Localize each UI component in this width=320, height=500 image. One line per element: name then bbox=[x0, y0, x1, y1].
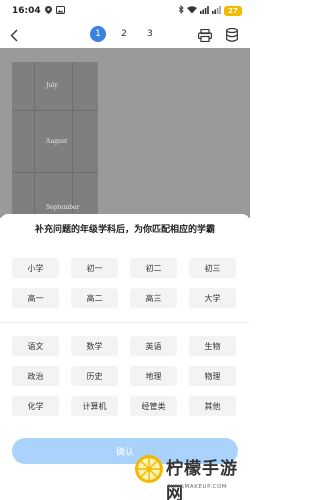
grade-grid: 小学 初一 初二 初三 高一 高二 高三 大学 bbox=[12, 258, 238, 308]
lemon-logo-icon bbox=[135, 455, 163, 483]
print-button[interactable] bbox=[196, 26, 214, 44]
image-icon bbox=[55, 5, 65, 17]
subject-chip[interactable]: 语文 bbox=[12, 336, 59, 356]
calendar-paper: July August September bbox=[12, 62, 98, 218]
subject-grid: 语文 数学 英语 生物 政治 历史 地理 物理 化学 计算机 经管类 其他 bbox=[12, 336, 238, 416]
page-tab-2[interactable]: 2 bbox=[116, 26, 132, 42]
subject-chip[interactable]: 数学 bbox=[71, 336, 118, 356]
grade-chip[interactable]: 大学 bbox=[189, 288, 236, 308]
subject-chip[interactable]: 经管类 bbox=[130, 396, 177, 416]
grade-chip[interactable]: 高二 bbox=[71, 288, 118, 308]
subject-chip[interactable]: 化学 bbox=[12, 396, 59, 416]
subject-chip[interactable]: 计算机 bbox=[71, 396, 118, 416]
subject-chip[interactable]: 物理 bbox=[189, 366, 236, 386]
watermark-domain: NINGMAKEUP.COM bbox=[168, 484, 228, 490]
subject-chip[interactable]: 生物 bbox=[189, 336, 236, 356]
section-divider bbox=[0, 322, 250, 323]
grade-chip[interactable]: 高三 bbox=[130, 288, 177, 308]
toolbar: 1 2 3 bbox=[0, 22, 250, 48]
watermark-brand: 柠檬手游网 bbox=[166, 459, 238, 500]
subject-chip[interactable]: 历史 bbox=[71, 366, 118, 386]
database-button[interactable] bbox=[223, 26, 241, 44]
subject-chip[interactable]: 英语 bbox=[130, 336, 177, 356]
signal-icon-2 bbox=[212, 5, 221, 17]
status-time: 16:04 bbox=[12, 6, 41, 16]
database-icon bbox=[226, 28, 238, 42]
photo-word-september: September bbox=[46, 204, 80, 211]
photo-word-july: July bbox=[46, 82, 58, 89]
signal-icon bbox=[200, 5, 209, 17]
grade-chip[interactable]: 高一 bbox=[12, 288, 59, 308]
chevron-left-icon bbox=[10, 29, 18, 41]
grade-chip[interactable]: 初二 bbox=[130, 258, 177, 278]
wifi-icon bbox=[187, 5, 197, 17]
printer-icon bbox=[198, 28, 212, 42]
grade-chip[interactable]: 初一 bbox=[71, 258, 118, 278]
bluetooth-icon bbox=[178, 4, 184, 17]
battery-icon: 27 bbox=[224, 6, 242, 16]
photo-word-august: August bbox=[46, 138, 68, 145]
subject-chip[interactable]: 政治 bbox=[12, 366, 59, 386]
grade-chip[interactable]: 初三 bbox=[189, 258, 236, 278]
watermark: 柠檬手游网 NINGMAKEUP.COM bbox=[128, 448, 250, 500]
location-icon bbox=[44, 5, 52, 17]
subject-chip[interactable]: 其他 bbox=[189, 396, 236, 416]
photo-preview: July August September bbox=[0, 48, 250, 218]
page-tab-1[interactable]: 1 bbox=[90, 26, 106, 42]
sheet-title: 补充问题的年级学科后，为你匹配相应的学霸 bbox=[34, 225, 215, 235]
subject-chip[interactable]: 地理 bbox=[130, 366, 177, 386]
grade-chip[interactable]: 小学 bbox=[12, 258, 59, 278]
page-tabs: 1 2 3 bbox=[90, 26, 158, 42]
status-bar: 16:04 27 bbox=[0, 0, 250, 22]
page-tab-3[interactable]: 3 bbox=[142, 26, 158, 42]
back-button[interactable] bbox=[6, 26, 22, 44]
